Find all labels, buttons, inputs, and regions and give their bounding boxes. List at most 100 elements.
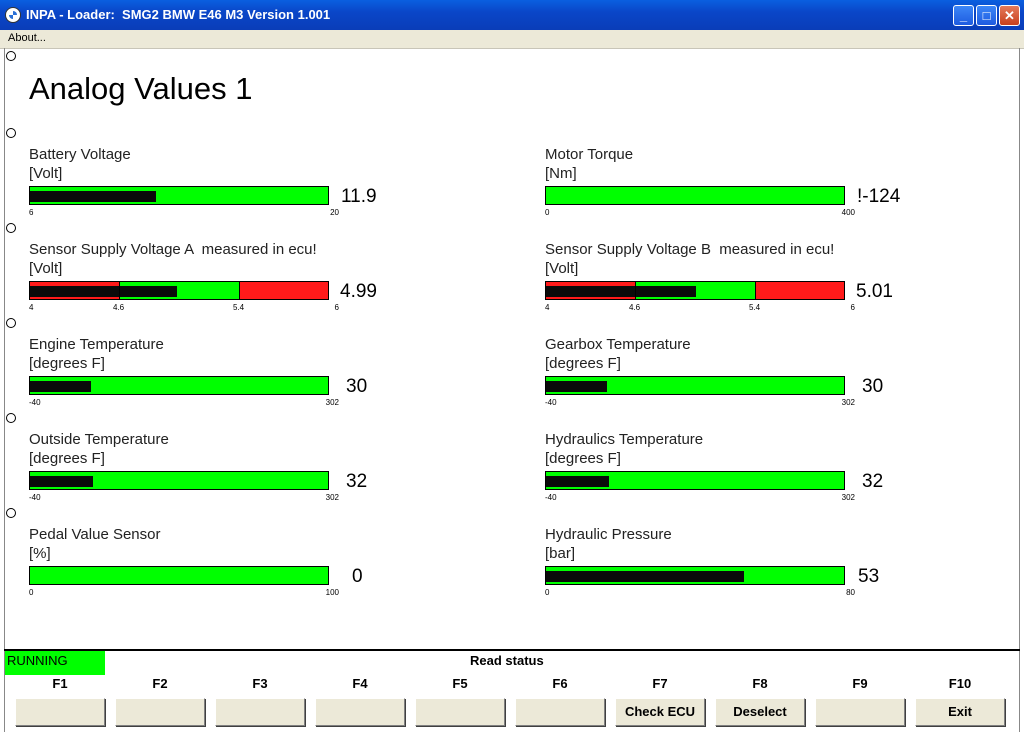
gauge-value: 30 [346,376,368,397]
gauge-bar [545,566,845,585]
gauge-label: Engine Temperature [29,336,164,353]
fkey-label-f9: F9 [852,676,868,691]
gauge-fill [546,381,607,392]
maximize-button[interactable]: □ [976,5,997,26]
menu-bar: About... [0,30,1024,49]
gauge-bar [545,376,845,395]
gauge-tick-label: 5.4 [749,303,761,312]
fkey-button-f6[interactable] [515,698,605,726]
fkey-button-f5[interactable] [415,698,505,726]
gauge-bar [545,186,845,205]
gauge-tick-label: 100 [325,588,339,597]
gauge-bar [29,471,329,490]
gauge-fill [30,381,91,392]
gauge-tick-label: 6 [29,208,34,217]
gauge-unit: [%] [29,545,51,562]
gauge-label: Sensor Supply Voltage B measured in ecu! [545,241,835,258]
gauge-value: !-124 [857,186,901,207]
gauge-value: 5.01 [856,281,893,302]
gauge-value: 4.99 [340,281,377,302]
gauge-hydraulic-pressure: Hydraulic Pressure [bar] 0 80 53 [545,526,965,606]
gauge-tick-label: 0 [545,208,550,217]
radio-marker-6[interactable] [6,508,16,518]
status-divider [4,649,1020,651]
gauge-engine-temp: Engine Temperature [degrees F] -40 302 30 [29,336,449,416]
gauge-tick-label: 0 [545,588,550,597]
gauge-label: Pedal Value Sensor [29,526,161,543]
gauge-tick-label: 6 [850,303,855,312]
gauge-value: 30 [862,376,884,397]
title-bar[interactable]: INPA - Loader: SMG2 BMW E46 M3 Version 1… [0,0,1024,30]
gauge-zone-divider [635,282,636,299]
fkey-button-f2[interactable] [115,698,205,726]
gauge-gearbox-temp: Gearbox Temperature [degrees F] -40 302 30 [545,336,965,416]
gauge-tick-label: 6 [334,303,339,312]
gauge-label: Outside Temperature [29,431,169,448]
fkey-button-f8[interactable]: Deselect [715,698,805,726]
radio-marker-1[interactable] [6,51,16,61]
gauge-bar [29,376,329,395]
status-badge: RUNNING [5,651,105,675]
gauge-bar [545,281,845,300]
gauge-value: 53 [858,566,880,587]
gauge-value: 0 [352,566,363,587]
menu-about[interactable]: About... [8,32,46,44]
fkey-button-f1[interactable] [15,698,105,726]
gauge-unit: [bar] [545,545,576,562]
gauge-tick-label: 302 [841,493,855,502]
gauge-label: Hydraulic Pressure [545,526,672,543]
close-button[interactable]: ✕ [999,5,1020,26]
gauge-tick-label: 4.6 [113,303,125,312]
page-title: Analog Values 1 [29,71,253,106]
gauge-tick-label: -40 [545,398,557,407]
gauge-value: 11.9 [341,186,377,207]
fkey-label-f6: F6 [552,676,568,691]
fkey-label-f3: F3 [252,676,268,691]
bmw-logo-icon[interactable] [5,7,21,23]
gauge-tick-label: 302 [841,398,855,407]
fkey-button-f3[interactable] [215,698,305,726]
radio-marker-5[interactable] [6,413,16,423]
gauge-value: 32 [346,471,368,492]
gauge-label: Battery Voltage [29,146,131,163]
gauge-unit: [degrees F] [545,355,621,372]
gauge-zone-divider [119,282,120,299]
fkey-button-f4[interactable] [315,698,405,726]
gauge-bar [545,471,845,490]
fkey-label-f7: F7 [652,676,668,691]
gauge-high-warning-zone [240,282,328,299]
fkey-button-f9[interactable] [815,698,905,726]
gauge-tick-label: 20 [330,208,339,217]
gauge-fill [30,191,156,202]
fkey-button-f7[interactable]: Check ECU [615,698,705,726]
radio-marker-4[interactable] [6,318,16,328]
fkey-label-f8: F8 [752,676,768,691]
gauge-high-warning-zone [756,282,844,299]
gauge-tick-label: 302 [325,398,339,407]
gauge-bar [29,566,329,585]
minimize-button[interactable]: _ [953,5,974,26]
status-message: Read status [470,653,544,668]
gauge-value: 32 [862,471,884,492]
gauge-tick-label: 80 [846,588,855,597]
gauge-fill [30,476,93,487]
gauge-tick-label: 302 [325,493,339,502]
radio-marker-3[interactable] [6,223,16,233]
gauge-tick-label: 400 [841,208,855,217]
gauge-fill [546,571,744,582]
gauge-tick-label: 0 [29,588,34,597]
gauge-zone-divider [239,282,240,299]
gauge-zone-divider [755,282,756,299]
gauge-supply-voltage-b: Sensor Supply Voltage B measured in ecu!… [545,241,965,321]
gauge-motor-torque: Motor Torque [Nm] 0 400 !-124 [545,146,965,226]
gauge-tick-label: 4 [29,303,34,312]
gauge-bar [29,281,329,300]
fkey-label-f1: F1 [52,676,68,691]
gauge-hydraulics-temp: Hydraulics Temperature [degrees F] -40 302 3… [545,431,965,511]
fkey-label-f5: F5 [452,676,468,691]
radio-marker-2[interactable] [6,128,16,138]
fkey-button-f10[interactable]: Exit [915,698,1005,726]
gauge-label: Sensor Supply Voltage A measured in ecu! [29,241,317,258]
gauge-outside-temp: Outside Temperature [degrees F] -40 302 32 [29,431,449,511]
gauge-battery-voltage: Battery Voltage [Volt] 6 20 11.9 [29,146,449,226]
